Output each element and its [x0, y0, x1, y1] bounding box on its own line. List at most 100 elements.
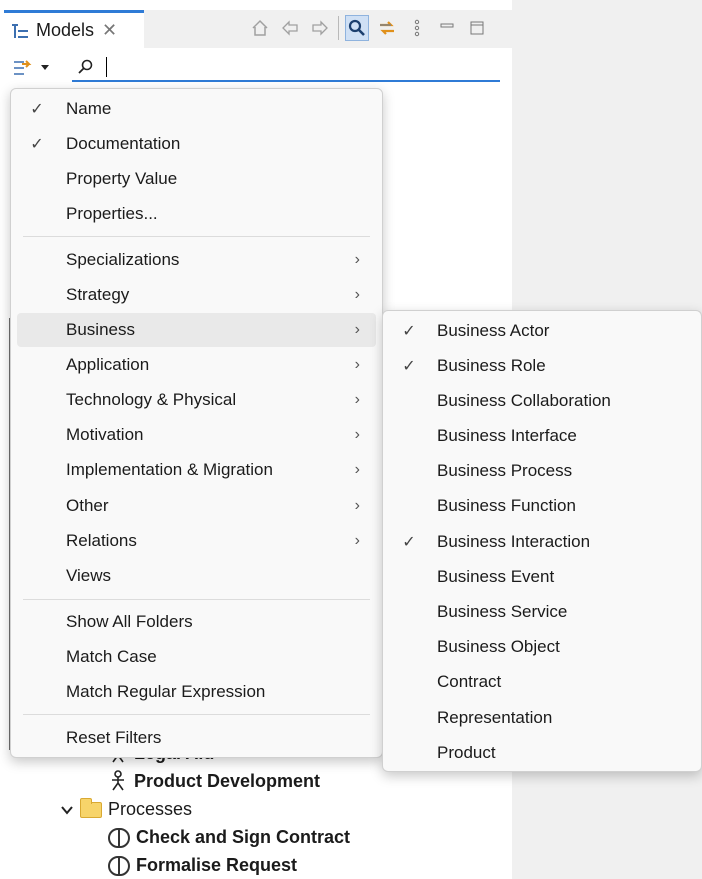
- search-icon[interactable]: [345, 15, 369, 41]
- chevron-right-icon: ›: [354, 286, 360, 303]
- search-bar: [0, 48, 512, 88]
- submenu-item-business-service[interactable]: Business Service: [389, 595, 695, 629]
- menu-item-label: Contract: [437, 672, 502, 691]
- menu-item-views[interactable]: Views: [17, 559, 376, 593]
- menu-item-label: Implementation & Migration: [66, 460, 273, 479]
- text-caret: [106, 57, 107, 77]
- menu-item-match-case[interactable]: Match Case: [17, 640, 376, 674]
- submenu-item-business-role[interactable]: ✓ Business Role: [389, 349, 695, 383]
- tree-item-label: Formalise Request: [136, 855, 298, 875]
- business-process-icon: [108, 855, 130, 876]
- submenu-item-product[interactable]: Product: [389, 736, 695, 770]
- menu-item-label: Representation: [437, 708, 553, 727]
- menu-item-technology-physical[interactable]: Technology & Physical ›: [17, 383, 376, 417]
- search-input[interactable]: [72, 54, 500, 82]
- filter-icon: [14, 60, 32, 75]
- submenu-item-business-process[interactable]: Business Process: [389, 454, 695, 488]
- menu-item-label: Technology & Physical: [66, 390, 237, 409]
- menu-item-label: Show All Folders: [66, 612, 193, 631]
- menu-item-documentation[interactable]: ✓ Documentation: [17, 127, 376, 161]
- menu-item-properties[interactable]: Properties...: [17, 197, 376, 231]
- menu-item-label: Views: [66, 566, 112, 585]
- chevron-right-icon: ›: [354, 497, 360, 514]
- menu-item-label: Motivation: [66, 425, 144, 444]
- submenu-item-business-interaction[interactable]: ✓ Business Interaction: [389, 525, 695, 559]
- folder-icon: [80, 797, 102, 818]
- menu-item-other[interactable]: Other ›: [17, 489, 376, 523]
- menu-item-label: Business Function: [437, 496, 576, 515]
- menu-item-match-regex[interactable]: Match Regular Expression: [17, 675, 376, 709]
- menu-item-strategy[interactable]: Strategy ›: [17, 278, 376, 312]
- menu-separator: [23, 599, 370, 600]
- menu-item-specializations[interactable]: Specializations ›: [17, 243, 376, 277]
- menu-item-application[interactable]: Application ›: [17, 348, 376, 382]
- tree-item-process[interactable]: Check and Sign Contract: [108, 827, 350, 848]
- menu-item-label: Documentation: [66, 134, 181, 153]
- check-icon: ✓: [402, 358, 416, 375]
- menu-item-label: Business: [66, 320, 135, 339]
- forward-icon[interactable]: [308, 15, 332, 41]
- submenu-item-business-interface[interactable]: Business Interface: [389, 419, 695, 453]
- chevron-right-icon: ›: [354, 532, 360, 549]
- menu-item-motivation[interactable]: Motivation ›: [17, 418, 376, 452]
- chevron-right-icon: ›: [354, 356, 360, 373]
- home-icon[interactable]: [248, 15, 272, 41]
- menu-item-label: Business Object: [437, 637, 560, 656]
- menu-separator: [23, 714, 370, 715]
- business-submenu: ✓ Business Actor ✓ Business Role Busines…: [382, 310, 702, 772]
- menu-item-name[interactable]: ✓ Name: [17, 92, 376, 126]
- business-actor-icon: [112, 770, 124, 791]
- submenu-item-business-function[interactable]: Business Function: [389, 489, 695, 523]
- chevron-right-icon: ›: [354, 426, 360, 443]
- menu-item-property-value[interactable]: Property Value: [17, 162, 376, 196]
- submenu-item-business-object[interactable]: Business Object: [389, 630, 695, 664]
- menu-item-implementation-migration[interactable]: Implementation & Migration ›: [17, 453, 376, 487]
- menu-item-label: Match Regular Expression: [66, 682, 266, 701]
- menu-item-reset-filters[interactable]: Reset Filters: [17, 721, 376, 755]
- chevron-down-icon[interactable]: [60, 804, 74, 816]
- submenu-item-representation[interactable]: Representation: [389, 701, 695, 735]
- menu-item-label: Business Process: [437, 461, 573, 480]
- menu-item-relations[interactable]: Relations ›: [17, 524, 376, 558]
- menu-item-label: Business Actor: [437, 321, 550, 340]
- sync-icon[interactable]: [375, 15, 399, 41]
- chevron-right-icon: ›: [354, 321, 360, 338]
- menu-item-label: Properties...: [66, 204, 158, 223]
- menu-item-label: Business Service: [437, 602, 568, 621]
- menu-item-business[interactable]: Business ›: [17, 313, 376, 347]
- tree-item-product-development[interactable]: Product Development: [108, 770, 320, 792]
- menu-item-show-all-folders[interactable]: Show All Folders: [17, 605, 376, 639]
- minimize-icon[interactable]: [435, 15, 459, 41]
- menu-separator: [23, 236, 370, 237]
- chevron-right-icon: ›: [354, 391, 360, 408]
- menu-item-label: Business Interaction: [437, 532, 591, 551]
- menu-item-label: Reset Filters: [66, 728, 162, 747]
- menu-item-label: Other: [66, 496, 109, 515]
- tree-item-label: Product Development: [134, 770, 321, 791]
- check-icon: ✓: [402, 323, 416, 340]
- check-icon: ✓: [402, 534, 416, 551]
- tree-item-process[interactable]: Formalise Request: [108, 855, 297, 876]
- close-icon[interactable]: ✕: [102, 20, 117, 41]
- maximize-icon[interactable]: [465, 15, 489, 41]
- submenu-item-contract[interactable]: Contract: [389, 665, 695, 699]
- menu-item-label: Name: [66, 99, 112, 118]
- view-toolbar: [248, 14, 489, 42]
- menu-item-label: Business Event: [437, 567, 555, 586]
- submenu-item-business-collaboration[interactable]: Business Collaboration: [389, 384, 695, 418]
- filter-dropdown-button[interactable]: [12, 56, 56, 80]
- more-icon[interactable]: [405, 15, 429, 41]
- tab-title: Models: [36, 20, 95, 40]
- tab-models[interactable]: Models ✕: [4, 10, 144, 48]
- menu-item-label: Application: [66, 355, 150, 374]
- search-icon: [78, 59, 93, 74]
- submenu-item-business-event[interactable]: Business Event: [389, 560, 695, 594]
- chevron-down-icon: [41, 65, 49, 70]
- tree-folder-processes[interactable]: Processes: [60, 797, 192, 820]
- toolbar-separator: [338, 16, 339, 40]
- back-icon[interactable]: [278, 15, 302, 41]
- check-icon: ✓: [30, 136, 44, 153]
- submenu-item-business-actor[interactable]: ✓ Business Actor: [389, 314, 695, 348]
- chevron-right-icon: ›: [354, 251, 360, 268]
- menu-item-label: Product: [437, 743, 496, 762]
